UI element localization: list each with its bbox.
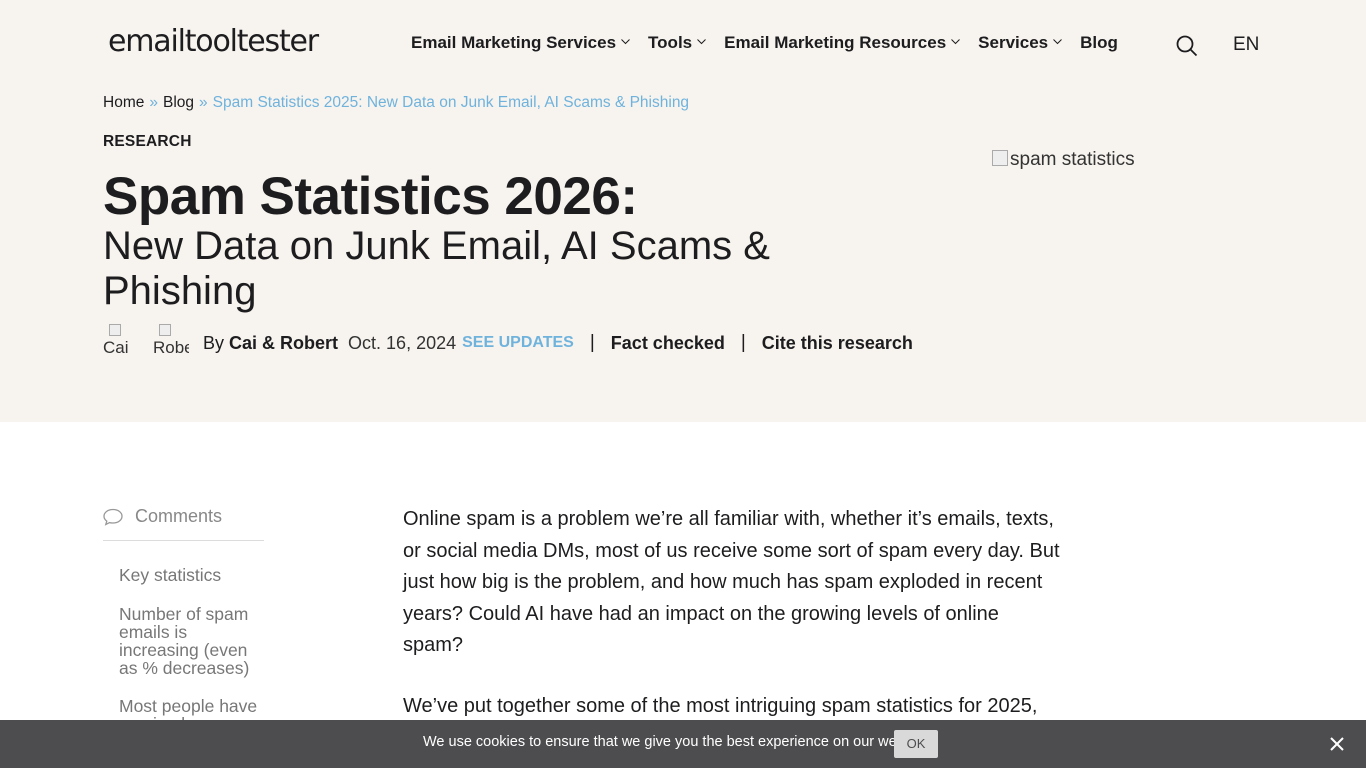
search-icon[interactable]: [1176, 35, 1198, 57]
see-updates-link[interactable]: SEE UPDATES: [462, 334, 574, 352]
broken-image-icon: [109, 324, 121, 336]
divider: [103, 540, 264, 541]
author-names[interactable]: Cai & Robert: [229, 333, 338, 353]
nav-email-marketing-services[interactable]: Email Marketing Services: [411, 33, 630, 53]
avatar-alt: Cai: [103, 338, 129, 357]
cite-research-link[interactable]: Cite this research: [762, 333, 913, 354]
avatar[interactable]: Robert: [153, 324, 189, 362]
site-logo[interactable]: emailtooltester: [108, 24, 319, 59]
nav-services[interactable]: Services: [978, 33, 1062, 53]
cookie-message: We use cookies to ensure that we give yo…: [423, 734, 932, 750]
breadcrumb: Home» Blog» Spam Statistics 2025: New Data…: [103, 94, 689, 112]
breadcrumb-separator: »: [199, 94, 208, 111]
hero-image-alt: spam statistics: [1010, 149, 1135, 170]
nav-label: Email Marketing Services: [411, 33, 617, 52]
fact-checked-link[interactable]: Fact checked: [611, 333, 725, 354]
cookie-banner: We use cookies to ensure that we give yo…: [0, 720, 1366, 768]
toc-item-spam-increasing[interactable]: Number of spam emails is increasing (eve…: [119, 605, 269, 677]
comments-label: Comments: [135, 506, 223, 526]
chevron-down-icon: [951, 39, 961, 47]
cookie-ok-button[interactable]: OK: [894, 730, 938, 758]
page-title: Spam Statistics 2026:: [103, 167, 638, 226]
nav-email-marketing-resources[interactable]: Email Marketing Resources: [724, 33, 961, 53]
nav-blog[interactable]: Blog: [1080, 33, 1118, 53]
comments-link[interactable]: Comments: [103, 506, 222, 527]
breadcrumb-blog[interactable]: Blog: [163, 94, 194, 111]
chevron-down-icon: [1053, 39, 1062, 47]
nav-label: Blog: [1080, 33, 1118, 52]
publish-date: Oct. 16, 2024: [348, 332, 457, 353]
divider: |: [740, 332, 746, 353]
paragraph: Online spam is a problem we’re all famil…: [403, 508, 1060, 656]
divider: |: [589, 332, 595, 353]
page-subtitle: New Data on Junk Email, AI Scams & Phish…: [103, 224, 770, 313]
avatar-alt: Robert: [153, 338, 189, 357]
nav-tools[interactable]: Tools: [648, 33, 706, 53]
chevron-down-icon: [621, 39, 630, 47]
category-label[interactable]: RESEARCH: [103, 133, 192, 151]
comment-bubble-icon: [103, 508, 123, 526]
broken-image-icon: [992, 150, 1008, 166]
broken-image-icon: [159, 324, 171, 336]
main-nav: Email Marketing Services Tools Email Mar…: [411, 33, 1137, 53]
hero-image: spam statistics: [992, 149, 1135, 171]
article-meta: Cai Robert By Cai & Robert Oct. 16, 2024…: [103, 324, 913, 362]
close-icon[interactable]: [1327, 734, 1347, 754]
chevron-down-icon: [697, 39, 706, 47]
nav-label: Services: [978, 33, 1049, 52]
toc-item-key-statistics[interactable]: Key statistics: [119, 566, 269, 584]
breadcrumb-current: Spam Statistics 2025: New Data on Junk E…: [212, 94, 690, 111]
byline: By Cai & Robert: [203, 333, 338, 354]
breadcrumb-home[interactable]: Home: [103, 94, 144, 111]
nav-label: Tools: [648, 33, 693, 52]
avatar[interactable]: Cai: [103, 324, 139, 362]
nav-label: Email Marketing Resources: [724, 33, 947, 52]
language-switcher[interactable]: EN: [1233, 34, 1259, 56]
byline-prefix: By: [203, 332, 225, 353]
breadcrumb-separator: »: [149, 94, 158, 111]
